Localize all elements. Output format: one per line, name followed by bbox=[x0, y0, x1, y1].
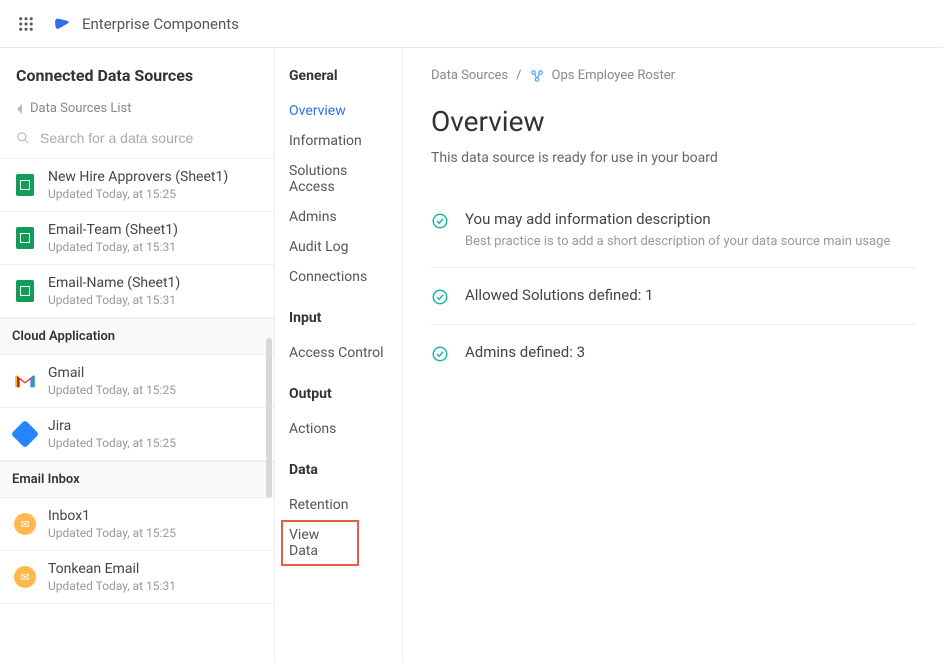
app-name: Enterprise Components bbox=[82, 15, 239, 33]
check-circle-icon bbox=[431, 345, 449, 363]
nav-actions[interactable]: Actions bbox=[289, 414, 388, 444]
overview-check-row: You may add information description Best… bbox=[431, 192, 915, 268]
breadcrumb-root[interactable]: Data Sources bbox=[431, 68, 508, 83]
list-item-title: Inbox1 bbox=[48, 508, 176, 524]
list-item[interactable]: Email-Name (Sheet1) Updated Today, at 15… bbox=[0, 265, 274, 318]
list-item-title: Jira bbox=[48, 418, 176, 434]
list-item-sub: Updated Today, at 15:31 bbox=[48, 240, 178, 254]
breadcrumb-sep: / bbox=[516, 68, 521, 83]
list-item-sub: Updated Today, at 15:31 bbox=[48, 579, 176, 593]
scrollbar[interactable] bbox=[266, 338, 272, 498]
list-item[interactable]: Gmail Updated Today, at 15:25 bbox=[0, 355, 274, 408]
nav-access-control[interactable]: Access Control bbox=[289, 338, 388, 368]
search-input[interactable] bbox=[40, 130, 258, 146]
list-item-sub: Updated Today, at 15:25 bbox=[48, 526, 176, 540]
search-row bbox=[0, 126, 274, 158]
left-panel-title: Connected Data Sources bbox=[16, 66, 258, 85]
check-sub: Best practice is to add a short descript… bbox=[465, 234, 890, 249]
nav-connections[interactable]: Connections bbox=[289, 262, 388, 292]
sheet-icon bbox=[14, 227, 36, 249]
check-circle-icon bbox=[431, 288, 449, 306]
page-title: Overview bbox=[431, 105, 915, 138]
nav-heading-output: Output bbox=[289, 386, 388, 402]
email-inbox-icon: ✉ bbox=[14, 566, 36, 588]
page-subtitle: This data source is ready for use in you… bbox=[431, 150, 915, 166]
list-item-title: New Hire Approvers (Sheet1) bbox=[48, 169, 228, 185]
secondary-nav: General Overview Information Solutions A… bbox=[275, 48, 403, 663]
back-to-list-link[interactable]: Data Sources List bbox=[0, 95, 274, 126]
nav-heading-data: Data bbox=[289, 462, 388, 478]
nav-heading-general: General bbox=[289, 68, 388, 84]
nav-audit-log[interactable]: Audit Log bbox=[289, 232, 388, 262]
back-to-list-label: Data Sources List bbox=[30, 101, 132, 116]
list-item-sub: Updated Today, at 15:25 bbox=[48, 383, 176, 397]
apps-grid-icon[interactable] bbox=[16, 14, 36, 34]
nav-overview[interactable]: Overview bbox=[289, 96, 388, 126]
jira-icon bbox=[14, 423, 36, 445]
nav-heading-input: Input bbox=[289, 310, 388, 326]
top-bar: Enterprise Components bbox=[0, 0, 943, 48]
list-item-title: Email-Team (Sheet1) bbox=[48, 222, 178, 238]
main-content: Data Sources / Ops Employee Roster Overv… bbox=[403, 48, 943, 663]
list-item-sub: Updated Today, at 15:31 bbox=[48, 293, 180, 307]
list-item[interactable]: ✉ Inbox1 Updated Today, at 15:25 bbox=[0, 498, 274, 551]
overview-check-row: Allowed Solutions defined: 1 bbox=[431, 268, 915, 325]
list-item-title: Email-Name (Sheet1) bbox=[48, 275, 180, 291]
breadcrumb: Data Sources / Ops Employee Roster bbox=[431, 68, 915, 83]
brand-icon bbox=[52, 14, 72, 34]
left-panel: Connected Data Sources Data Sources List… bbox=[0, 48, 275, 663]
group-heading-email: Email Inbox bbox=[0, 461, 274, 498]
nav-information[interactable]: Information bbox=[289, 126, 388, 156]
check-circle-icon bbox=[431, 212, 449, 230]
nav-solutions-access[interactable]: Solutions Access bbox=[289, 156, 388, 202]
nav-view-data[interactable]: View Data bbox=[281, 520, 359, 566]
check-title: You may add information description bbox=[465, 210, 890, 228]
sheet-icon bbox=[14, 174, 36, 196]
email-inbox-icon: ✉ bbox=[14, 513, 36, 535]
list-item-title: Tonkean Email bbox=[48, 561, 176, 577]
list-item[interactable]: ✉ Tonkean Email Updated Today, at 15:31 bbox=[0, 551, 274, 604]
nav-retention[interactable]: Retention bbox=[289, 490, 388, 520]
list-item-sub: Updated Today, at 15:25 bbox=[48, 187, 228, 201]
group-heading-cloud: Cloud Application bbox=[0, 318, 274, 355]
data-source-icon bbox=[530, 69, 544, 83]
list-item[interactable]: Email-Team (Sheet1) Updated Today, at 15… bbox=[0, 212, 274, 265]
overview-check-row: Admins defined: 3 bbox=[431, 325, 915, 381]
list-item[interactable]: Jira Updated Today, at 15:25 bbox=[0, 408, 274, 461]
nav-admins[interactable]: Admins bbox=[289, 202, 388, 232]
sheet-icon bbox=[14, 280, 36, 302]
list-item-sub: Updated Today, at 15:25 bbox=[48, 436, 176, 450]
check-title: Allowed Solutions defined: 1 bbox=[465, 286, 653, 304]
list-item-title: Gmail bbox=[48, 365, 176, 381]
check-title: Admins defined: 3 bbox=[465, 343, 585, 361]
list-item[interactable]: New Hire Approvers (Sheet1) Updated Toda… bbox=[0, 159, 274, 212]
gmail-icon bbox=[14, 370, 36, 392]
search-icon bbox=[16, 131, 30, 145]
breadcrumb-current: Ops Employee Roster bbox=[552, 68, 676, 83]
